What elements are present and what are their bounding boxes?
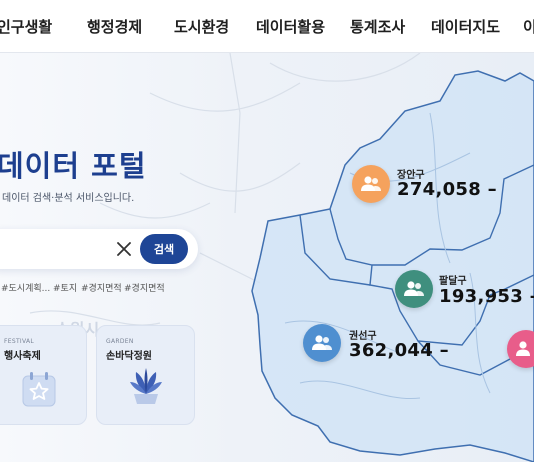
people-icon <box>516 341 530 356</box>
people-icon <box>361 176 381 191</box>
plant-icon <box>130 368 162 404</box>
page-title: 데이터 포털 <box>0 149 147 183</box>
district-marker-jangan[interactable] <box>352 165 390 203</box>
top-navigation: 인구생활 행정경제 도시환경 데이터활용 통계조사 데이터지도 이 <box>0 0 534 53</box>
hero-section: 수원시 장안구 274,058 – 팔달구 <box>0 53 534 462</box>
district-value-gwonseon: 362,044 – <box>349 340 449 361</box>
calendar-star-icon <box>22 372 56 407</box>
district-value-jangan: 274,058 – <box>397 179 497 200</box>
search-tag[interactable]: #경지면적 <box>124 281 165 294</box>
district-name-paldal: 팔달구 <box>439 276 467 287</box>
people-icon <box>312 335 332 350</box>
festival-card[interactable]: FESTIVAL 행사축제 <box>0 325 87 425</box>
people-icon <box>404 281 424 296</box>
region-outline <box>251 70 534 462</box>
nav-item-more[interactable]: 이 <box>523 16 534 37</box>
nav-item-data-map[interactable]: 데이터지도 <box>431 16 500 37</box>
search-tag[interactable]: #도시계획... <box>1 281 50 294</box>
card-title: 손바닥정원 <box>106 351 152 362</box>
nav-item-urban-environment[interactable]: 도시환경 <box>174 16 229 37</box>
nav-item-statistics-survey[interactable]: 통계조사 <box>350 16 405 37</box>
card-category: GARDEN <box>106 338 134 345</box>
search-tag[interactable]: #토지 <box>53 281 77 294</box>
district-value-paldal: 193,953 – <box>439 286 534 307</box>
district-marker-gwonseon[interactable] <box>303 324 341 362</box>
nav-item-population[interactable]: 인구생활 <box>0 16 52 37</box>
nav-item-data-utilization[interactable]: 데이터활용 <box>256 16 325 37</box>
card-category: FESTIVAL <box>4 338 35 345</box>
district-marker-paldal[interactable] <box>395 270 433 308</box>
nav-item-administration[interactable]: 행정경제 <box>87 16 142 37</box>
card-title: 행사축제 <box>4 351 41 362</box>
page-subtitle: 데이터 검색·분석 서비스입니다. <box>2 193 135 204</box>
close-icon[interactable] <box>115 240 133 258</box>
garden-card[interactable]: GARDEN 손바닥정원 <box>96 325 195 425</box>
search-button[interactable]: 검색 <box>140 234 188 264</box>
search-bar[interactable]: 검색 <box>0 229 198 269</box>
search-tag[interactable]: #경지면적 <box>81 281 122 294</box>
